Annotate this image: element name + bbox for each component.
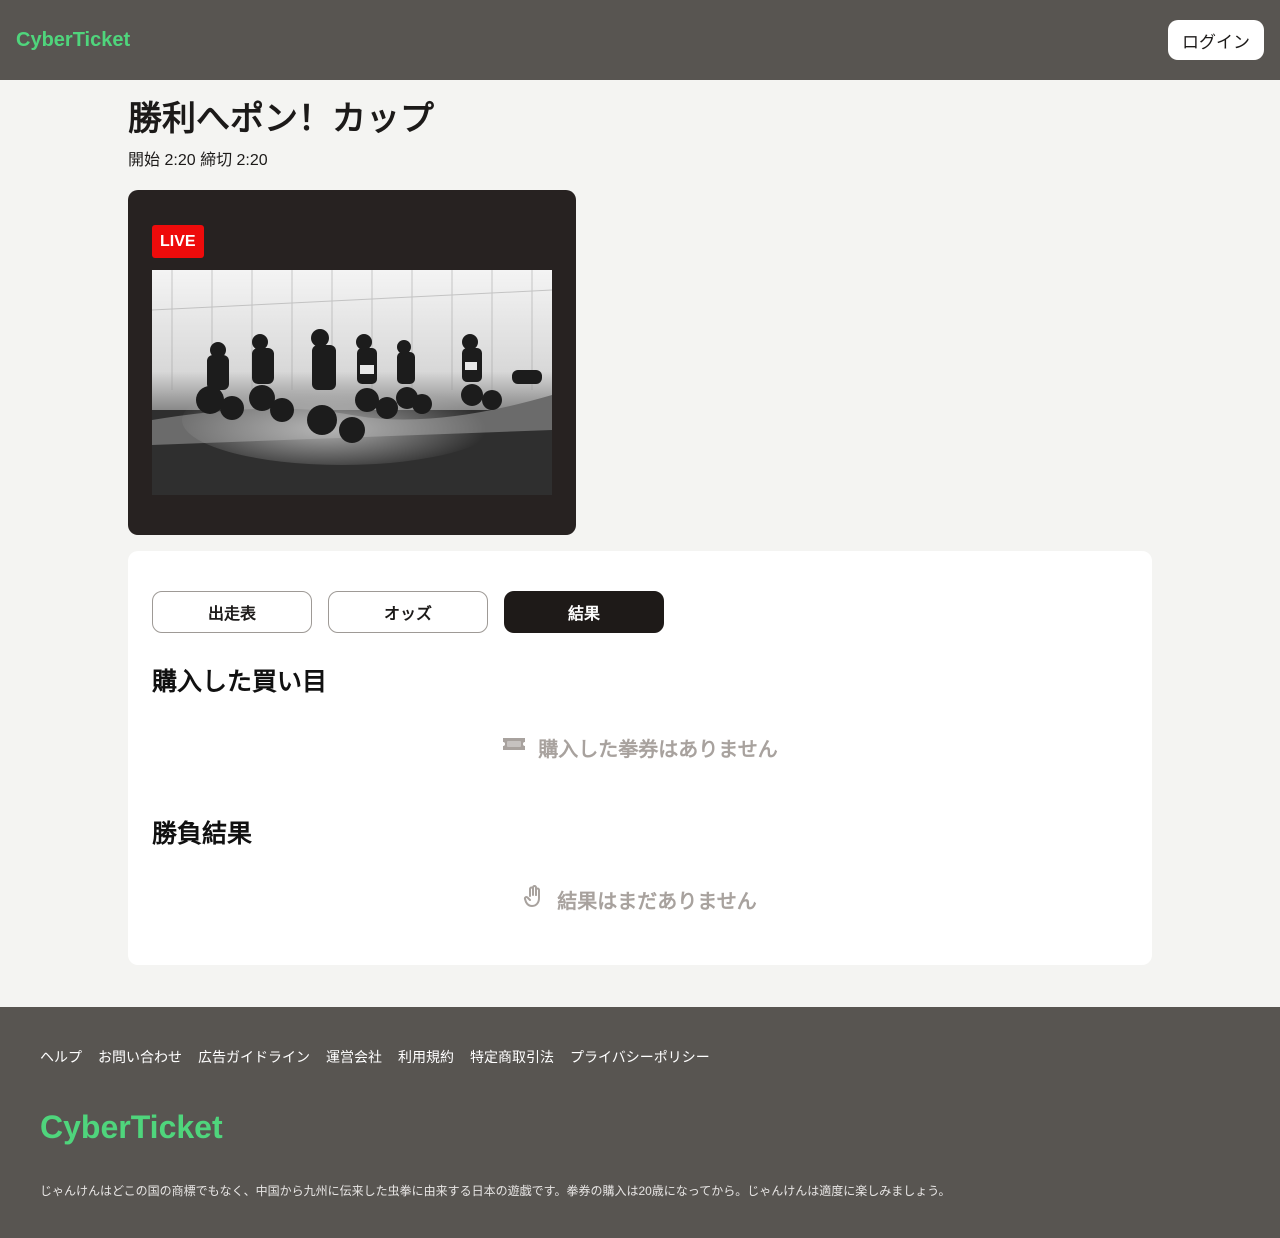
tab-results[interactable]: 結果: [504, 591, 664, 633]
purchased-empty-text: 購入した拳券はありません: [538, 738, 778, 761]
tab-entries[interactable]: 出走表: [152, 591, 312, 633]
site-header: CyberTicket ログイン: [0, 0, 1280, 80]
race-title: 勝利へポン！カップ: [128, 100, 434, 138]
login-button[interactable]: ログイン: [1168, 20, 1264, 60]
race-panel: 出走表 オッズ 結果 購入した買い目 購入した拳券はありません 勝負結果 結果は…: [128, 551, 1152, 965]
footer-disclaimer: じゃんけんはどこの国の商標でもなく、中国から九州に伝来した虫拳に由来する日本の遊…: [40, 1184, 951, 1198]
live-video-card: LIVE: [128, 190, 576, 535]
live-badge: LIVE: [152, 225, 204, 258]
footer-link-help[interactable]: ヘルプ: [40, 1047, 82, 1067]
race-schedule: 開始 2:20 締切 2:20: [128, 150, 1152, 172]
footer-links: ヘルプ お問い合わせ 広告ガイドライン 運営会社 利用規約 特定商取引法 プライ…: [40, 1047, 1240, 1067]
deadline-time: 2:20: [236, 152, 268, 169]
race-tabs: 出走表 オッズ 結果: [152, 591, 1128, 633]
footer-link-privacy[interactable]: プライバシーポリシー: [570, 1047, 710, 1067]
result-empty-state: 結果はまだありません: [152, 882, 1128, 916]
footer-link-contact[interactable]: お問い合わせ: [98, 1047, 182, 1067]
footer-link-commercial-law[interactable]: 特定商取引法: [470, 1047, 554, 1067]
footer-link-company[interactable]: 運営会社: [326, 1047, 382, 1067]
footer-link-ad-guidelines[interactable]: 広告ガイドライン: [198, 1047, 310, 1067]
ticket-icon: [502, 735, 526, 759]
start-time: 2:20: [164, 152, 196, 169]
footer-link-terms[interactable]: 利用規約: [398, 1047, 454, 1067]
tab-odds[interactable]: オッズ: [328, 591, 488, 633]
result-empty-text: 結果はまだありません: [557, 890, 757, 913]
hand-icon: [523, 884, 545, 914]
site-footer: ヘルプ お問い合わせ 広告ガイドライン 運営会社 利用規約 特定商取引法 プライ…: [0, 1007, 1280, 1238]
site-logo[interactable]: CyberTicket: [16, 29, 130, 52]
purchased-bets-title: 購入した買い目: [152, 668, 328, 696]
main-content: 勝利へポン！カップ 開始 2:20 締切 2:20 LIVE 出走表 オッズ 結…: [128, 80, 1152, 965]
deadline-label: 締切: [200, 152, 233, 169]
live-video-frame[interactable]: [152, 270, 552, 495]
start-label: 開始: [128, 152, 161, 169]
footer-logo[interactable]: CyberTicket: [40, 1107, 1240, 1147]
purchased-empty-state: 購入した拳券はありません: [152, 730, 1128, 764]
match-result-title: 勝負結果: [152, 820, 253, 848]
